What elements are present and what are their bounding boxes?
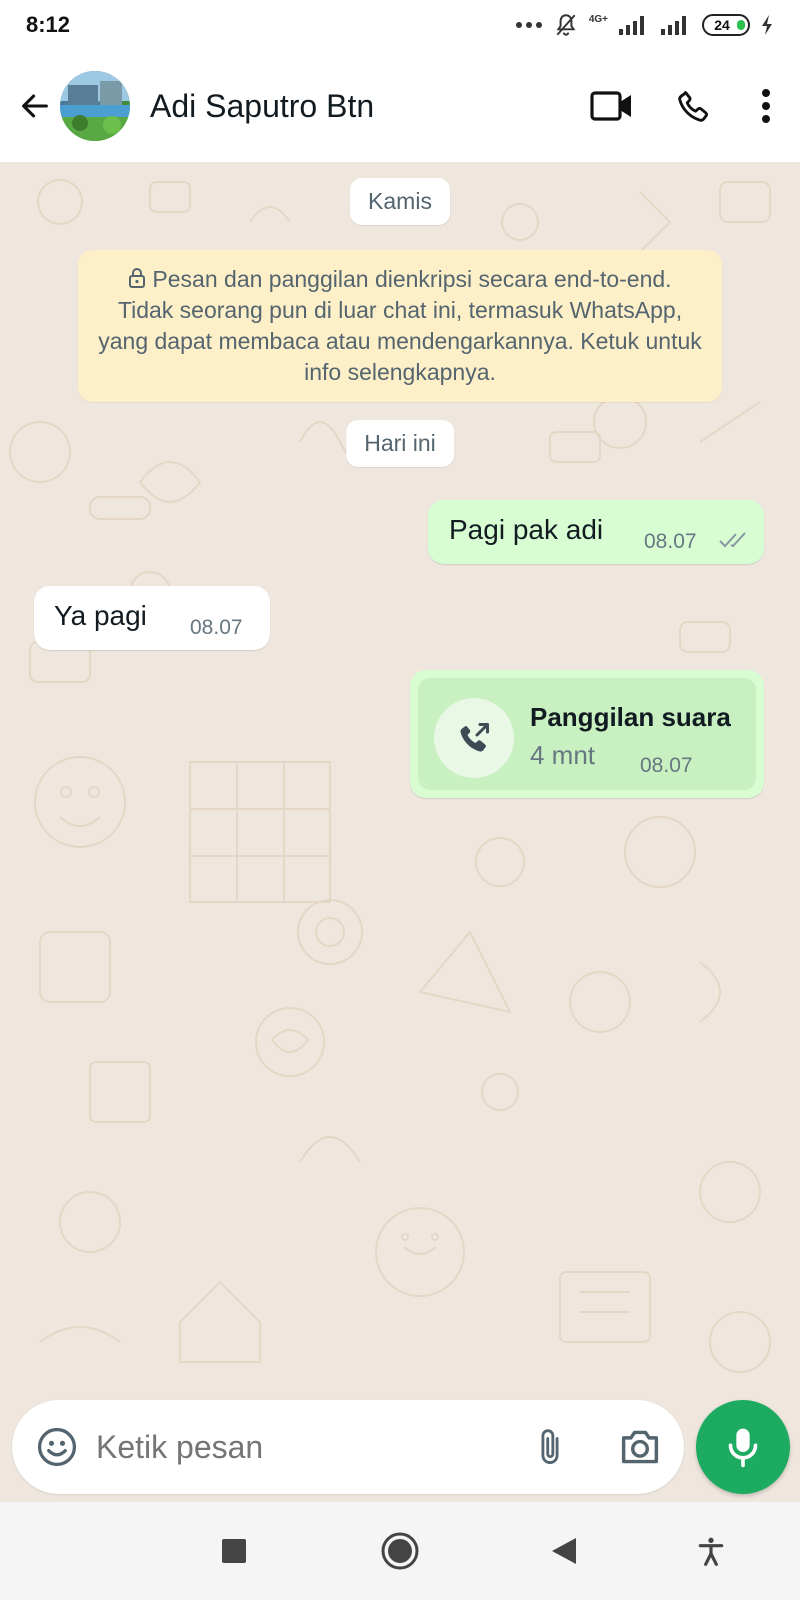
back-triangle-icon [552, 1538, 576, 1564]
composer-bar [12, 1400, 684, 1494]
double-check-icon [719, 532, 746, 548]
square-icon [222, 1539, 246, 1563]
lock-icon [129, 268, 146, 288]
status-bar: 8:12 4G+ 24 [0, 0, 800, 50]
encryption-text: Pesan dan panggilan dienkripsi secara en… [98, 266, 702, 385]
attach-icon [541, 1429, 559, 1464]
attach-button[interactable] [520, 1417, 580, 1477]
more-dots-icon [515, 22, 542, 28]
voice-call-icon [678, 91, 709, 122]
emoji-button[interactable] [32, 1422, 82, 1472]
mic-icon [728, 1428, 758, 1468]
battery-level: 24 [714, 17, 730, 33]
call-duration: 4 mnt [530, 740, 596, 770]
message-text: Ya pagi [54, 600, 147, 631]
call-log-card[interactable]: Panggilan suara 4 mnt 08.07 [418, 678, 756, 790]
call-time: 08.07 [640, 754, 693, 777]
contact-name[interactable]: Adi Saputro Btn [150, 88, 582, 125]
accessibility-button[interactable] [688, 1528, 734, 1574]
avatar[interactable] [60, 71, 130, 141]
outgoing-call-icon [460, 723, 489, 752]
signal-icon-2 [661, 16, 686, 35]
status-time: 8:12 [26, 12, 71, 37]
message-bubble-outgoing[interactable]: Pagi pak adi 08.07 [428, 500, 764, 564]
avatar-photo [60, 71, 130, 141]
video-call-button[interactable] [582, 76, 642, 136]
message-text: Pagi pak adi [449, 514, 604, 545]
chat-area[interactable]: Kamis Pesan dan panggilan dienkripsi sec… [0, 162, 800, 1502]
accessibility-icon [698, 1537, 724, 1566]
call-icon-badge [434, 698, 514, 778]
voice-call-button[interactable] [664, 76, 724, 136]
voice-record-button[interactable] [696, 1400, 790, 1494]
call-log-bubble[interactable]: Panggilan suara 4 mnt 08.07 [410, 670, 764, 798]
date-chip-today: Hari ini [346, 420, 454, 467]
camera-button[interactable] [610, 1417, 670, 1477]
mute-bell-icon [556, 14, 576, 36]
video-call-icon [590, 91, 631, 121]
back-nav-button[interactable] [541, 1528, 587, 1574]
date-chip-thursday: Kamis [350, 178, 450, 225]
charging-icon [762, 15, 772, 35]
chat-header: Adi Saputro Btn [0, 50, 800, 162]
signal-icon [619, 16, 644, 35]
call-title: Panggilan suara [530, 702, 731, 732]
message-input[interactable] [96, 1428, 520, 1466]
emoji-icon [37, 1427, 77, 1467]
battery-icon: 24 [702, 14, 750, 36]
back-button[interactable] [16, 87, 54, 125]
message-time: 08.07 [644, 530, 697, 553]
message-time: 08.07 [190, 616, 243, 639]
camera-icon [621, 1430, 659, 1464]
home-button[interactable] [377, 1528, 423, 1574]
network-label: 4G+ [588, 14, 608, 25]
home-circle-icon [381, 1532, 419, 1570]
message-bubble-incoming[interactable]: Ya pagi 08.07 [34, 586, 270, 650]
system-nav-bar [0, 1502, 800, 1600]
more-options-button[interactable] [746, 76, 786, 136]
more-vertical-icon [762, 89, 770, 123]
encryption-notice[interactable]: Pesan dan panggilan dienkripsi secara en… [78, 250, 722, 402]
back-arrow-icon [22, 94, 48, 118]
status-icons: 4G+ 24 [515, 12, 774, 38]
recents-button[interactable] [211, 1528, 257, 1574]
